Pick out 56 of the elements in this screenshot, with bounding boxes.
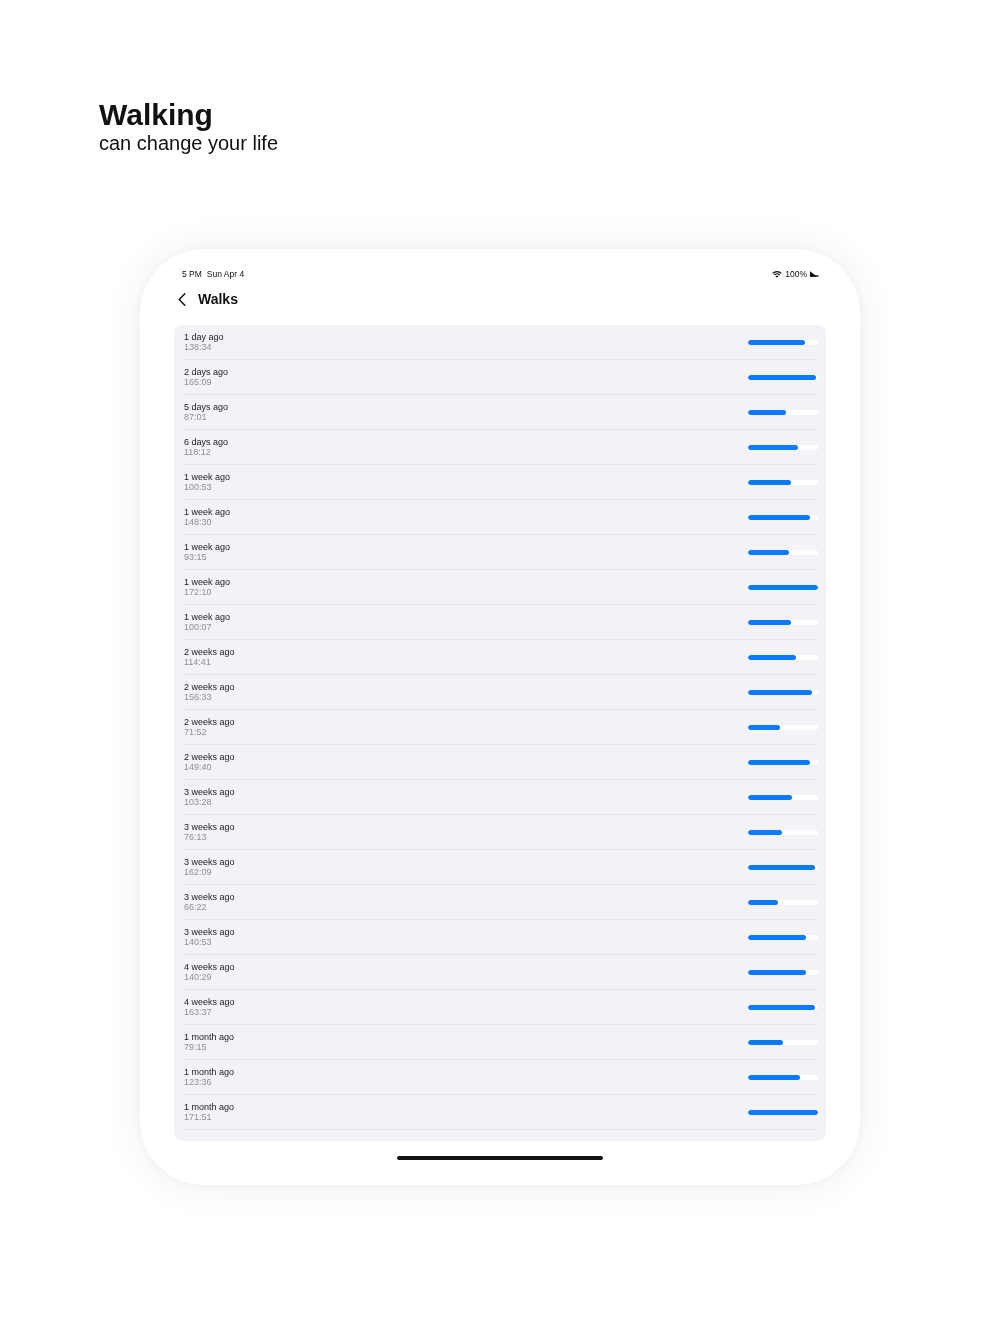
walk-duration: 162:09 bbox=[184, 867, 212, 878]
walk-date: 3 weeks ago bbox=[184, 786, 235, 797]
walk-date: 2 weeks ago bbox=[184, 646, 235, 657]
walk-date: 1 week ago bbox=[184, 506, 231, 517]
walk-duration: 76:13 bbox=[184, 832, 207, 843]
walk-date: 3 weeks ago bbox=[184, 821, 235, 832]
walk-date: 2 weeks ago bbox=[184, 716, 235, 727]
screen-title: Walks bbox=[198, 290, 238, 308]
walk-date: 1 month ago bbox=[184, 1066, 235, 1077]
walk-duration: 103:28 bbox=[184, 797, 212, 808]
walk-duration: 93:15 bbox=[184, 552, 207, 563]
walk-duration: 138:34 bbox=[184, 342, 212, 353]
walk-date: 1 week ago bbox=[184, 541, 231, 552]
walk-date: 6 days ago bbox=[184, 436, 229, 447]
walk-date: 3 weeks ago bbox=[184, 926, 235, 937]
status-date: Sun Apr 4 bbox=[206, 268, 245, 280]
back-button[interactable] bbox=[178, 292, 187, 306]
wifi-icon bbox=[772, 270, 783, 278]
status-time: 5 PM bbox=[182, 268, 202, 280]
walk-duration: 100:07 bbox=[184, 622, 212, 633]
walk-duration: 140:53 bbox=[184, 937, 212, 948]
walk-date: 1 week ago bbox=[184, 611, 231, 622]
walk-date: 1 day ago bbox=[184, 331, 224, 342]
walk-duration: 87:01 bbox=[184, 412, 207, 423]
walk-date: 1 week ago bbox=[184, 576, 231, 587]
back-icon bbox=[178, 292, 186, 306]
walk-duration: 66:22 bbox=[184, 902, 207, 913]
walk-date: 3 weeks ago bbox=[184, 856, 235, 867]
walk-date: 2 weeks ago bbox=[184, 751, 235, 762]
walk-date: 5 days ago bbox=[184, 401, 229, 412]
walk-duration: 165:09 bbox=[184, 377, 212, 388]
walk-duration: 163:37 bbox=[184, 1007, 212, 1018]
walk-date: 1 month ago bbox=[184, 1031, 235, 1042]
walk-duration: 79:15 bbox=[184, 1042, 207, 1053]
headline: Walking bbox=[99, 98, 213, 132]
battery-icon bbox=[810, 271, 819, 277]
walk-duration: 114:41 bbox=[184, 657, 211, 668]
walk-duration: 148:30 bbox=[184, 517, 212, 528]
walk-date: 2 weeks ago bbox=[184, 681, 235, 692]
walk-date: 4 weeks ago bbox=[184, 996, 235, 1007]
battery-percent: 100% bbox=[785, 268, 807, 280]
walk-duration: 149:40 bbox=[184, 762, 212, 773]
walk-duration: 171:51 bbox=[184, 1112, 212, 1123]
walk-date: 1 week ago bbox=[184, 471, 231, 482]
walk-duration: 156:33 bbox=[184, 692, 212, 703]
walk-duration: 71:52 bbox=[184, 727, 207, 738]
walk-date: 1 month ago bbox=[184, 1101, 235, 1112]
walk-duration: 100:53 bbox=[184, 482, 212, 493]
walk-date: 4 weeks ago bbox=[184, 961, 235, 972]
walk-date: 2 days ago bbox=[184, 366, 229, 377]
walk-duration: 140:29 bbox=[184, 972, 212, 983]
walk-duration: 118:12 bbox=[184, 447, 211, 458]
walk-duration: 123:36 bbox=[184, 1077, 212, 1088]
subheadline: can change your life bbox=[99, 132, 278, 154]
walk-date: 3 weeks ago bbox=[184, 891, 235, 902]
walk-duration: 172:10 bbox=[184, 587, 212, 598]
